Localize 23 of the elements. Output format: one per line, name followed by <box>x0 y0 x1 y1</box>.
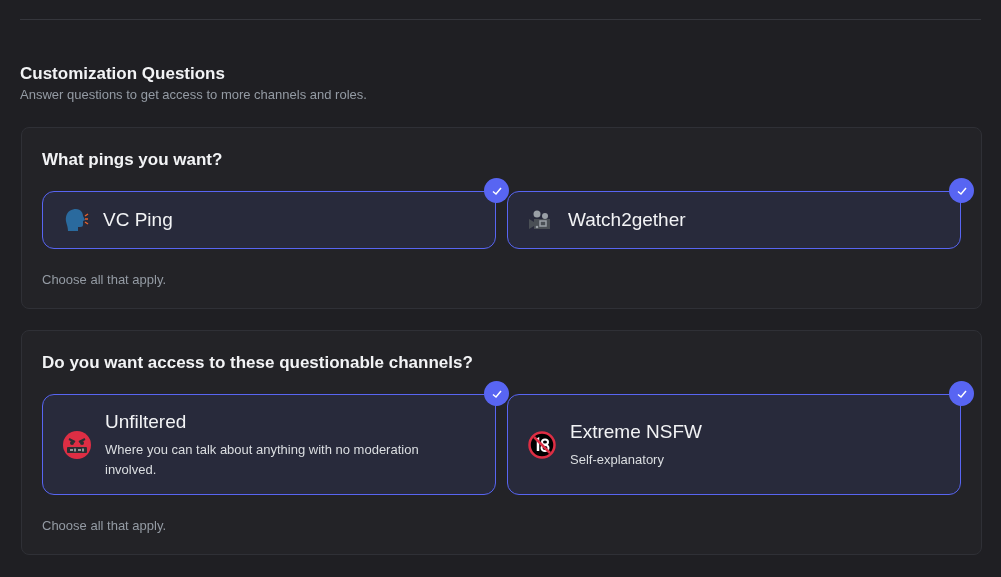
option-description: Where you can talk about anything with no moderation involved. <box>105 440 420 479</box>
check-badge <box>484 381 509 406</box>
section-title: Customization Questions <box>20 63 226 85</box>
option-label: VC Ping <box>103 208 173 232</box>
option-label: Extreme NSFW <box>570 419 702 444</box>
question-title: Do you want access to these questionable channels? <box>42 352 474 374</box>
option-button[interactable]: VC Ping <box>42 191 496 249</box>
check-badge <box>484 178 509 203</box>
check-badge <box>949 178 974 203</box>
check-badge <box>949 381 974 406</box>
hint-text: Choose all that apply. <box>42 517 168 535</box>
option-button[interactable]: Unfiltered Where you can talk about anything with no moderation involved. <box>42 394 496 495</box>
angry-face-icon <box>63 430 91 459</box>
no-under-eighteen-icon <box>528 430 556 459</box>
option-button[interactable]: Watch2gether <box>507 191 961 249</box>
option-button[interactable]: Extreme NSFW Self-explanatory <box>507 394 961 495</box>
section-subtitle: Answer questions to get access to more channels and roles. <box>20 86 368 104</box>
question-title: What pings you want? <box>42 149 224 171</box>
option-description: Self-explanatory <box>570 450 665 469</box>
option-label: Watch2gether <box>568 208 686 232</box>
option-label: Unfiltered <box>105 409 188 434</box>
speaking-head-icon <box>63 207 89 233</box>
hint-text: Choose all that apply. <box>42 271 168 289</box>
